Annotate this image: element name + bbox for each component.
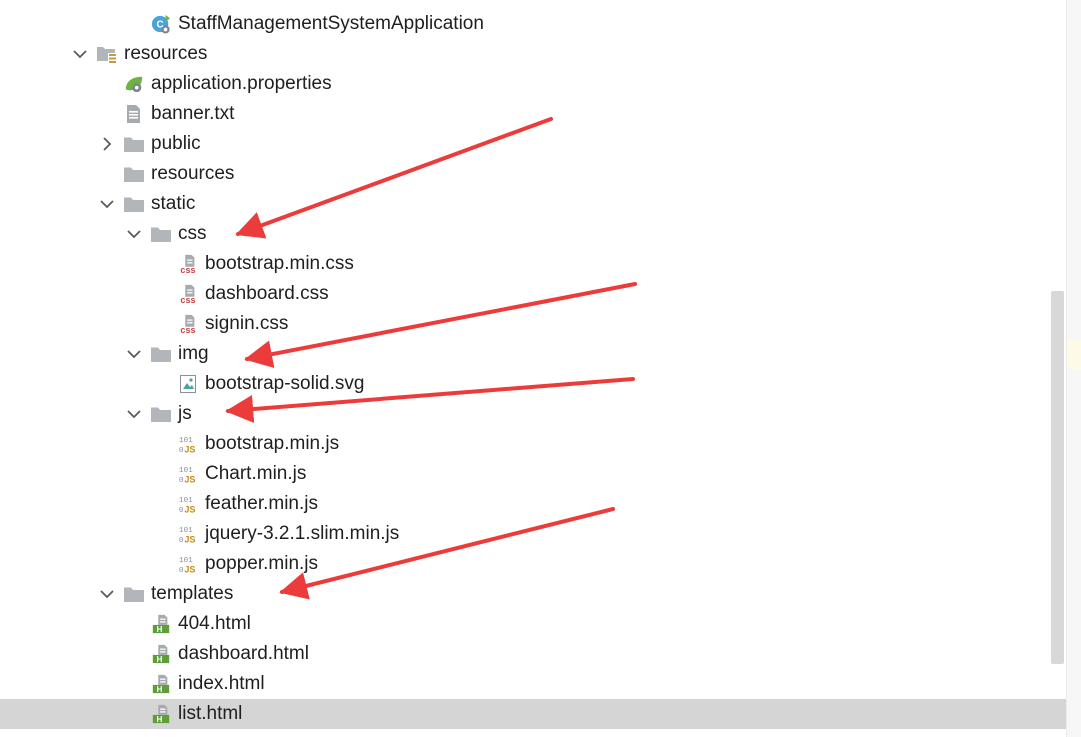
svg-text:0: 0	[179, 537, 184, 545]
tree-item-label: StaffManagementSystemApplication	[178, 13, 484, 34]
html-file-icon: H	[151, 674, 171, 694]
tree-item-label: Chart.min.js	[205, 463, 307, 484]
tree-item-label: application.properties	[151, 73, 332, 94]
tree-file[interactable]: 101 0 JS Chart.min.js	[0, 459, 1066, 489]
folder-icon	[124, 584, 144, 604]
folder-icon	[151, 224, 171, 244]
tree-item-label: banner.txt	[151, 103, 235, 124]
svg-text:H: H	[156, 715, 162, 724]
css-file-icon: css	[178, 314, 198, 335]
tree-file[interactable]: 101 0 JS feather.min.js	[0, 489, 1066, 519]
tree-item-label: jquery-3.2.1.slim.min.js	[205, 523, 400, 544]
folder-icon	[124, 134, 144, 154]
tree-file[interactable]: 101 0 JS popper.min.js	[0, 549, 1066, 579]
tree-item-label: dashboard.html	[178, 643, 309, 664]
svg-text:0: 0	[179, 507, 184, 515]
css-file-icon: css	[178, 254, 198, 275]
tree-file[interactable]: css signin.css	[0, 309, 1066, 339]
svg-text:0: 0	[179, 477, 184, 485]
tree-file[interactable]: application.properties	[0, 69, 1066, 99]
tree-file[interactable]: 101 0 JS bootstrap.min.js	[0, 429, 1066, 459]
html-file-icon: H	[151, 704, 171, 724]
svg-text:H: H	[156, 625, 162, 634]
svg-text:JS: JS	[184, 475, 195, 485]
tree-file[interactable]: Hindex.html	[0, 669, 1066, 699]
tree-item-label: 404.html	[178, 613, 251, 634]
folder-icon	[124, 194, 144, 214]
tree-item-label: feather.min.js	[205, 493, 318, 514]
tree-file[interactable]: Hlist.html	[0, 699, 1066, 729]
svg-text:JS: JS	[184, 535, 195, 545]
tree-item-label: bootstrap-solid.svg	[205, 373, 365, 394]
tree-item-label: dashboard.css	[205, 283, 329, 304]
tree-folder[interactable]: resources	[0, 39, 1066, 69]
resources-folder-icon	[97, 44, 117, 64]
text-file-icon	[124, 104, 144, 124]
tree-item-label: popper.min.js	[205, 553, 319, 574]
tree-folder[interactable]: templates	[0, 579, 1066, 609]
tree-file[interactable]: C StaffManagementSystemApplication	[0, 9, 1066, 39]
svg-text:JS: JS	[184, 505, 195, 515]
editor-gutter-hint	[1068, 340, 1081, 370]
tree-folder[interactable]: static	[0, 189, 1066, 219]
js-file-icon: 101 0 JS	[178, 434, 198, 455]
folder-icon	[151, 404, 171, 424]
folder-icon	[151, 344, 171, 364]
svg-text:H: H	[156, 685, 162, 694]
tree-item-label: bootstrap.min.js	[205, 433, 340, 454]
tree-item-label: signin.css	[205, 313, 289, 334]
svg-text:0: 0	[179, 567, 184, 575]
tree-folder[interactable]: img	[0, 339, 1066, 369]
tree-folder[interactable]: public	[0, 129, 1066, 159]
folder-icon	[124, 164, 144, 184]
html-file-icon: H	[151, 644, 171, 664]
image-file-icon	[178, 374, 198, 394]
chevron-right-icon[interactable]	[99, 136, 115, 152]
tree-item-label: resources	[151, 163, 235, 184]
tree-file[interactable]: css bootstrap.min.css	[0, 249, 1066, 279]
chevron-down-icon[interactable]	[126, 346, 142, 362]
chevron-down-icon[interactable]	[72, 46, 88, 62]
js-file-icon: 101 0 JS	[178, 524, 198, 545]
tree-item-label: list.html	[178, 703, 243, 724]
svg-text:JS: JS	[184, 565, 195, 575]
spring-class-icon: C	[151, 14, 171, 34]
js-file-icon: 101 0 JS	[178, 464, 198, 485]
tree-item-label: img	[178, 343, 209, 364]
tree-folder[interactable]: js	[0, 399, 1066, 429]
html-file-icon: H	[151, 614, 171, 634]
css-file-icon: css	[178, 284, 198, 305]
tree-item-label: js	[178, 403, 192, 424]
chevron-down-icon[interactable]	[126, 226, 142, 242]
chevron-down-icon[interactable]	[126, 406, 142, 422]
tree-item-label: templates	[151, 583, 234, 604]
chevron-down-icon[interactable]	[99, 196, 115, 212]
spring-properties-icon	[124, 74, 144, 94]
tree-folder[interactable]: css	[0, 219, 1066, 249]
tree-item-label: resources	[124, 43, 208, 64]
scrollbar-thumb[interactable]	[1051, 291, 1064, 664]
svg-text:css: css	[180, 325, 195, 335]
tree-file[interactable]: css dashboard.css	[0, 279, 1066, 309]
js-file-icon: 101 0 JS	[178, 494, 198, 515]
tree-file[interactable]: H 404.html	[0, 609, 1066, 639]
svg-text:H: H	[156, 655, 162, 664]
tree-file[interactable]: bootstrap-solid.svg	[0, 369, 1066, 399]
project-tree[interactable]: C StaffManagementSystemApplication resourc…	[0, 0, 1066, 737]
tree-item-label: css	[178, 223, 207, 244]
svg-text:css: css	[180, 295, 195, 305]
chevron-down-icon[interactable]	[99, 586, 115, 602]
js-file-icon: 101 0 JS	[178, 554, 198, 575]
svg-text:JS: JS	[184, 445, 195, 455]
tree-item-label: public	[151, 133, 201, 154]
tree-file[interactable]: 101 0 JS jquery-3.2.1.slim.min.js	[0, 519, 1066, 549]
tree-file[interactable]: banner.txt	[0, 99, 1066, 129]
tree-item-label: bootstrap.min.css	[205, 253, 354, 274]
tree-item-label: static	[151, 193, 196, 214]
tree-item-label: index.html	[178, 673, 265, 694]
svg-text:0: 0	[179, 447, 184, 455]
svg-text:css: css	[180, 265, 195, 275]
tree-file[interactable]: Hdashboard.html	[0, 639, 1066, 669]
tree-folder[interactable]: resources	[0, 159, 1066, 189]
